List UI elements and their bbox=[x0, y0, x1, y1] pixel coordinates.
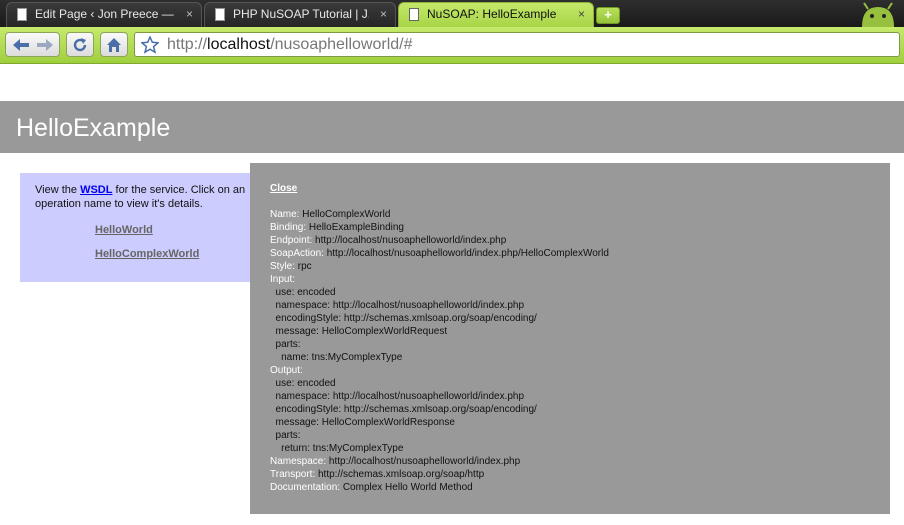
detail-value: http://schemas.xmlsoap.org/soap/http bbox=[315, 469, 485, 480]
detail-row: Name: HelloComplexWorld bbox=[270, 208, 609, 221]
url-host: localhost bbox=[207, 36, 271, 53]
page-icon bbox=[409, 8, 419, 21]
url-path: /nusoaphelloworld/# bbox=[270, 36, 413, 53]
detail-key: SoapAction: bbox=[270, 248, 324, 259]
wsdl-link[interactable]: WSDL bbox=[80, 184, 112, 196]
intro-text: View the WSDL for the service. Click on … bbox=[35, 183, 250, 211]
tab-title: Edit Page ‹ Jon Preece — ... bbox=[35, 7, 175, 21]
detail-row: namespace: http://localhost/nusoaphellow… bbox=[270, 299, 609, 312]
detail-row: Documentation: Complex Hello World Metho… bbox=[270, 481, 609, 494]
tab-close-icon[interactable]: × bbox=[186, 3, 193, 26]
home-icon bbox=[107, 37, 121, 52]
detail-key: Output: bbox=[270, 365, 303, 376]
operation-link-helloworld[interactable]: HelloWorld bbox=[95, 224, 153, 236]
detail-row: return: tns:MyComplexType bbox=[270, 442, 609, 455]
detail-key: Namespace: bbox=[270, 456, 327, 467]
detail-value: Complex Hello World Method bbox=[340, 482, 473, 493]
detail-row: message: HelloComplexWorldRequest bbox=[270, 325, 609, 338]
detail-value: HelloComplexWorld bbox=[299, 209, 391, 220]
detail-row: Namespace: http://localhost/nusoaphellow… bbox=[270, 455, 609, 468]
detail-key: Input: bbox=[270, 274, 296, 285]
detail-row: Binding: HelloExampleBinding bbox=[270, 221, 609, 234]
reload-icon bbox=[73, 37, 87, 51]
detail-key: Style: bbox=[270, 261, 296, 272]
detail-row: Input: bbox=[270, 273, 609, 286]
detail-row: Style: rpc bbox=[270, 260, 609, 273]
page-title: HelloExample bbox=[16, 114, 171, 142]
detail-value: HelloExampleBinding bbox=[306, 222, 404, 233]
tab-title: PHP NuSOAP Tutorial | J... bbox=[233, 7, 369, 21]
back-forward-group bbox=[5, 32, 60, 57]
detail-row: Transport: http://schemas.xmlsoap.org/so… bbox=[270, 468, 609, 481]
detail-row: use: encoded bbox=[270, 377, 609, 390]
detail-key: Endpoint: bbox=[270, 235, 313, 246]
detail-key: Transport: bbox=[270, 469, 316, 480]
url-text[interactable]: http://localhost/nusoaphelloworld/# bbox=[167, 35, 413, 55]
operation-details: Name: HelloComplexWorld Binding: HelloExa… bbox=[270, 208, 609, 494]
detail-row: message: HelloComplexWorldResponse bbox=[270, 416, 609, 429]
detail-row: use: encoded bbox=[270, 286, 609, 299]
tab-close-icon[interactable]: × bbox=[380, 3, 387, 26]
detail-value: parts: bbox=[270, 430, 301, 441]
detail-value: use: encoded bbox=[270, 378, 336, 389]
detail-key: Binding: bbox=[270, 222, 307, 233]
operation-details-popup: Close Name: HelloComplexWorld Binding: He… bbox=[250, 163, 890, 514]
intro-before: View the bbox=[35, 184, 81, 196]
detail-value: encodingStyle: http://schemas.xmlsoap.or… bbox=[270, 404, 537, 415]
detail-value: rpc bbox=[295, 261, 312, 272]
url-scheme: http:// bbox=[167, 36, 208, 53]
tab-title: NuSOAP: HelloExample bbox=[427, 7, 557, 21]
detail-row: Endpoint: http://localhost/nusoaphellowo… bbox=[270, 234, 609, 247]
detail-key: Name: bbox=[270, 209, 300, 220]
back-arrow-icon[interactable] bbox=[11, 38, 55, 52]
close-link[interactable]: Close bbox=[270, 183, 297, 194]
detail-row: SoapAction: http://localhost/nusoaphello… bbox=[270, 247, 609, 260]
page-header: HelloExample bbox=[0, 101, 904, 153]
detail-row: namespace: http://localhost/nusoaphellow… bbox=[270, 390, 609, 403]
detail-value: parts: bbox=[270, 339, 301, 350]
tab-nusoap-tutorial[interactable]: PHP NuSOAP Tutorial | J... × bbox=[204, 2, 396, 27]
detail-value: message: HelloComplexWorldResponse bbox=[270, 417, 455, 428]
detail-value: message: HelloComplexWorldRequest bbox=[270, 326, 448, 337]
detail-row: encodingStyle: http://schemas.xmlsoap.or… bbox=[270, 312, 609, 325]
operation-link-hellocomplexworld[interactable]: HelloComplexWorld bbox=[95, 248, 199, 260]
detail-value: namespace: http://localhost/nusoaphellow… bbox=[270, 300, 525, 311]
bookmark-star-icon[interactable] bbox=[141, 36, 159, 54]
detail-value: return: tns:MyComplexType bbox=[270, 443, 404, 454]
page-icon bbox=[17, 8, 27, 21]
new-tab-button[interactable]: + bbox=[596, 7, 620, 24]
detail-value: use: encoded bbox=[270, 287, 336, 298]
address-bar[interactable]: http://localhost/nusoaphelloworld/# bbox=[134, 32, 900, 57]
detail-key: Documentation: bbox=[270, 482, 341, 493]
detail-value: encodingStyle: http://schemas.xmlsoap.or… bbox=[270, 313, 537, 324]
detail-value: http://localhost/nusoaphelloworld/index.… bbox=[312, 235, 507, 246]
reload-button[interactable] bbox=[66, 32, 94, 57]
page-icon bbox=[215, 8, 225, 21]
home-button[interactable] bbox=[100, 32, 128, 57]
detail-value: namespace: http://localhost/nusoaphellow… bbox=[270, 391, 525, 402]
tab-close-icon[interactable]: × bbox=[578, 3, 585, 26]
detail-value: name: tns:MyComplexType bbox=[270, 352, 403, 363]
browser-toolbar: http://localhost/nusoaphelloworld/# bbox=[0, 27, 904, 64]
detail-row: parts: bbox=[270, 338, 609, 351]
android-icon bbox=[862, 2, 894, 27]
tab-helloexample[interactable]: NuSOAP: HelloExample × bbox=[398, 2, 594, 27]
detail-value: http://localhost/nusoaphelloworld/index.… bbox=[323, 248, 609, 259]
tab-strip: Edit Page ‹ Jon Preece — ... × PHP NuSOA… bbox=[0, 0, 904, 27]
detail-row: name: tns:MyComplexType bbox=[270, 351, 609, 364]
detail-row: Output: bbox=[270, 364, 609, 377]
detail-value: http://localhost/nusoaphelloworld/index.… bbox=[326, 456, 521, 467]
detail-row: parts: bbox=[270, 429, 609, 442]
tab-edit-page[interactable]: Edit Page ‹ Jon Preece — ... × bbox=[6, 2, 202, 27]
detail-row: encodingStyle: http://schemas.xmlsoap.or… bbox=[270, 403, 609, 416]
